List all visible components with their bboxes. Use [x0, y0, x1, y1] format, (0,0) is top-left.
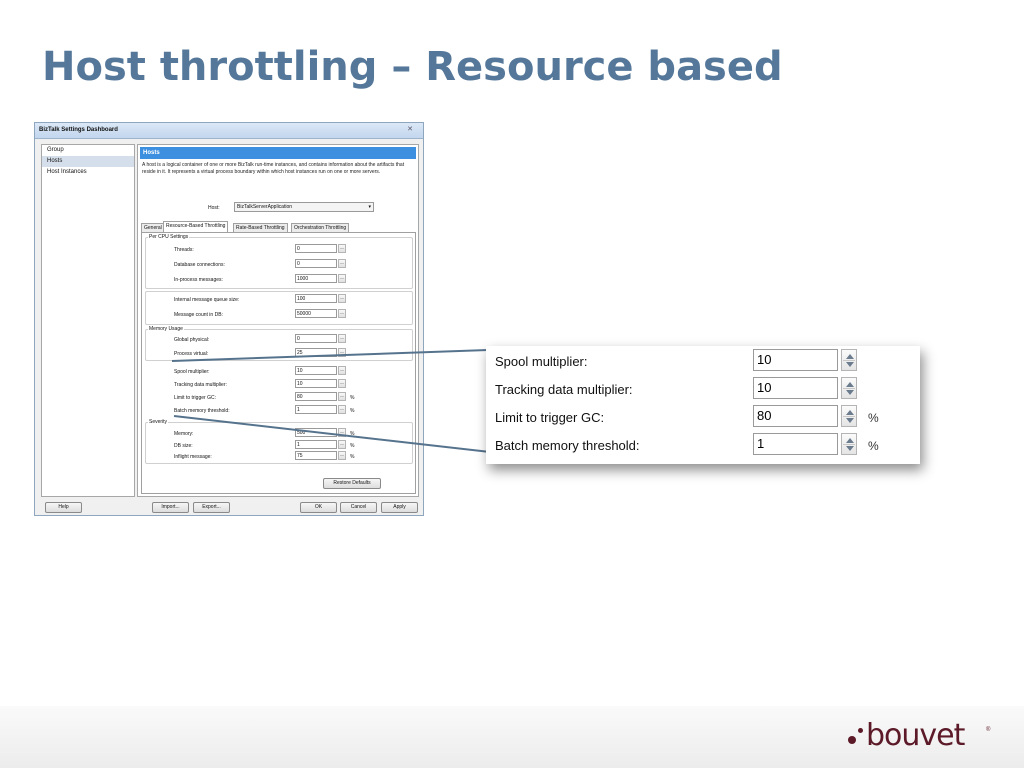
- in-process-stepper[interactable]: [338, 274, 346, 283]
- tab-orchestration-throttling[interactable]: Orchestration Throttling: [291, 223, 350, 232]
- nav-item-host-instances[interactable]: Host Instances: [42, 167, 134, 178]
- memory-severity-input[interactable]: 500: [295, 428, 337, 437]
- global-physical-input[interactable]: 0: [295, 334, 337, 343]
- spool-multiplier-input[interactable]: 10: [295, 366, 337, 375]
- severity-group-label: Severity: [148, 419, 169, 425]
- host-description: A host is a logical container of one or …: [142, 162, 405, 175]
- limit-gc-input[interactable]: 80: [295, 392, 337, 401]
- bouvet-logo: bouvet ®: [846, 718, 996, 755]
- process-virtual-input[interactable]: 25: [295, 348, 337, 357]
- nav-item-hosts[interactable]: Hosts: [42, 156, 134, 167]
- tab-resource-based-throttling[interactable]: Resource-Based Throttling: [163, 221, 229, 232]
- threads-label: Threads:: [174, 247, 194, 253]
- inflight-unit: %: [350, 454, 355, 460]
- cancel-button[interactable]: Cancel: [340, 502, 377, 513]
- queue-size-label: Internal message queue size:: [174, 297, 240, 303]
- global-physical-label: Global physical:: [174, 337, 210, 343]
- batch-memory-label: Batch memory threshold:: [174, 408, 230, 414]
- spool-multiplier-label: Spool multiplier:: [174, 369, 210, 375]
- tab-general[interactable]: General: [141, 223, 165, 232]
- callout-limit-gc-stepper[interactable]: [841, 405, 857, 427]
- tracking-multiplier-stepper[interactable]: [338, 379, 346, 388]
- limit-gc-label: Limit to trigger GC:: [174, 395, 216, 401]
- db-size-label: DB size:: [174, 443, 193, 449]
- tracking-multiplier-label: Tracking data multiplier:: [174, 382, 227, 388]
- callout-spool-multiplier-label: Spool multiplier:: [495, 354, 588, 369]
- memory-severity-stepper[interactable]: [338, 428, 346, 437]
- callout-batch-memory-input[interactable]: 1: [753, 433, 838, 455]
- export-button[interactable]: Export...: [193, 502, 230, 513]
- host-select-value: BizTalkServerApplication: [237, 204, 293, 210]
- per-cpu-group-label: Per CPU Settings: [148, 234, 190, 240]
- navigation-tree: Group Hosts Host Instances: [41, 144, 135, 497]
- callout-spool-multiplier-input[interactable]: 10: [753, 349, 838, 371]
- callout-batch-memory-label: Batch memory threshold:: [495, 438, 640, 453]
- logo-dot-small-icon: [858, 728, 863, 733]
- registered-mark: ®: [986, 727, 991, 733]
- callout-limit-gc-input[interactable]: 80: [753, 405, 838, 427]
- callout-batch-memory-unit: %: [868, 439, 879, 453]
- process-virtual-label: Process virtual:: [174, 351, 209, 357]
- logo-wordmark: bouvet: [866, 718, 965, 753]
- batch-memory-stepper[interactable]: [338, 405, 346, 414]
- limit-gc-stepper[interactable]: [338, 392, 346, 401]
- resource-throttling-pane: Per CPU Settings Threads: 0 Database con…: [141, 232, 416, 494]
- close-icon[interactable]: ✕: [403, 125, 417, 135]
- apply-button[interactable]: Apply: [381, 502, 418, 513]
- callout-batch-memory-stepper[interactable]: [841, 433, 857, 455]
- ok-button[interactable]: OK: [300, 502, 337, 513]
- memory-usage-group-label: Memory Usage: [148, 326, 184, 332]
- restore-defaults-button[interactable]: Restore Defaults: [323, 478, 381, 489]
- chevron-down-icon: ▾: [368, 204, 371, 210]
- callout-limit-gc-unit: %: [868, 411, 879, 425]
- threads-stepper[interactable]: [338, 244, 346, 253]
- tracking-multiplier-input[interactable]: 10: [295, 379, 337, 388]
- db-size-unit: %: [350, 443, 355, 449]
- memory-severity-label: Memory:: [174, 431, 194, 437]
- callout-spool-multiplier-stepper[interactable]: [841, 349, 857, 371]
- db-connections-label: Database connections:: [174, 262, 225, 268]
- msg-count-db-input[interactable]: 50000: [295, 309, 337, 318]
- dialog-title: BizTalk Settings Dashboard: [39, 127, 118, 133]
- msg-count-db-label: Message count in DB:: [174, 312, 223, 318]
- zoomed-settings-callout: Spool multiplier: 10 Tracking data multi…: [486, 346, 920, 464]
- nav-item-group[interactable]: Group: [42, 145, 134, 156]
- db-connections-stepper[interactable]: [338, 259, 346, 268]
- callout-limit-gc-label: Limit to trigger GC:: [495, 410, 605, 425]
- slide-title: Host throttling – Resource based: [42, 44, 783, 90]
- settings-dashboard-dialog: BizTalk Settings Dashboard ✕ Group Hosts…: [34, 122, 424, 516]
- msg-count-db-stepper[interactable]: [338, 309, 346, 318]
- queue-size-stepper[interactable]: [338, 294, 346, 303]
- callout-tracking-multiplier-label: Tracking data multiplier:: [495, 382, 633, 397]
- import-button[interactable]: Import...: [152, 502, 189, 513]
- limit-gc-unit: %: [350, 395, 355, 401]
- callout-tracking-multiplier-stepper[interactable]: [841, 377, 857, 399]
- logo-dot-large-icon: [848, 736, 856, 744]
- host-label: Host:: [208, 205, 220, 211]
- dialog-titlebar: BizTalk Settings Dashboard ✕: [35, 123, 423, 139]
- db-size-input[interactable]: 1: [295, 440, 337, 449]
- queue-size-input[interactable]: 100: [295, 294, 337, 303]
- in-process-label: In-process messages:: [174, 277, 223, 283]
- global-physical-stepper[interactable]: [338, 334, 346, 343]
- in-process-input[interactable]: 1000: [295, 274, 337, 283]
- content-panel: Hosts A host is a logical container of o…: [137, 144, 419, 497]
- threads-input[interactable]: 0: [295, 244, 337, 253]
- process-virtual-stepper[interactable]: [338, 348, 346, 357]
- section-header: Hosts: [140, 147, 416, 159]
- callout-tracking-multiplier-input[interactable]: 10: [753, 377, 838, 399]
- db-connections-input[interactable]: 0: [295, 259, 337, 268]
- db-size-stepper[interactable]: [338, 440, 346, 449]
- host-select[interactable]: BizTalkServerApplication ▾: [234, 202, 374, 212]
- inflight-input[interactable]: 75: [295, 451, 337, 460]
- memory-severity-unit: %: [350, 431, 355, 437]
- batch-memory-input[interactable]: 1: [295, 405, 337, 414]
- inflight-label: Inflight message:: [174, 454, 212, 460]
- batch-memory-unit: %: [350, 408, 355, 414]
- inflight-stepper[interactable]: [338, 451, 346, 460]
- spool-multiplier-stepper[interactable]: [338, 366, 346, 375]
- help-button[interactable]: Help: [45, 502, 82, 513]
- tab-rate-based-throttling[interactable]: Rate-Based Throttling: [233, 223, 288, 232]
